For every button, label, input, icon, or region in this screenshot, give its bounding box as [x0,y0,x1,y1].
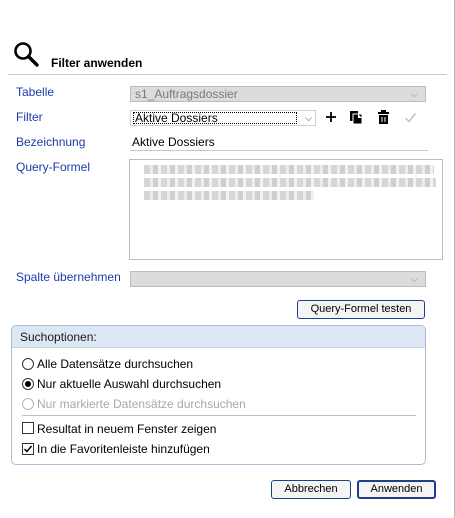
tabelle-select[interactable]: s1_Auftragsdossier ⌵ [130,86,426,102]
tabelle-value: s1_Auftragsdossier [135,87,238,101]
radio-all-records[interactable] [22,358,34,370]
redacted-formula-line [144,165,434,174]
add-icon[interactable] [324,110,338,124]
checkmark-icon [404,111,417,124]
spalte-label: Spalte übernehmen [16,270,121,284]
apply-button[interactable]: Anwenden [357,480,436,499]
checkbox-new-window[interactable] [22,422,34,434]
tabelle-label: Tabelle [16,85,55,99]
redacted-formula-line [144,178,436,187]
redacted-formula-line [144,191,314,200]
chevron-down-icon: ⌵ [411,274,418,284]
checkbox-favorites-label[interactable]: In die Favoritenleiste hinzufügen [37,442,210,456]
radio-all-records-label[interactable]: Alle Datensätze durchsuchen [37,357,193,371]
spalte-select[interactable]: ⌵ [130,271,426,287]
query-textarea[interactable] [129,159,443,260]
radio-current-selection[interactable] [22,378,34,390]
chevron-down-icon: ⌵ [411,89,418,99]
search-icon [12,40,40,68]
filter-select[interactable]: Aktive Dossiers ⌵ [130,110,316,126]
copy-icon[interactable] [349,110,363,125]
suchoptionen-title: Suchoptionen: [20,330,97,344]
radio-selected-dot [25,381,31,387]
radio-marked-records [22,398,34,410]
delete-icon[interactable] [377,110,390,125]
cancel-button[interactable]: Abbrechen [271,480,351,499]
options-divider [22,415,416,416]
dialog-title: Filter anwenden [51,56,143,70]
bezeichnung-input[interactable]: Aktive Dossiers [130,135,428,151]
chevron-down-icon: ⌵ [305,113,312,123]
query-label: Query-Formel [16,160,91,174]
radio-current-selection-label[interactable]: Nur aktuelle Auswahl durchsuchen [37,377,221,391]
header-divider [8,74,447,75]
checkmark-icon [23,445,33,453]
filter-label: Filter [16,110,43,124]
filter-value: Aktive Dossiers [133,112,297,124]
radio-marked-records-label: Nur markierte Datensätze durchsuchen [37,397,246,411]
bezeichnung-label: Bezeichnung [16,135,86,149]
checkbox-favorites[interactable] [22,443,34,455]
checkbox-new-window-label[interactable]: Resultat in neuem Fenster zeigen [37,422,216,436]
query-test-button[interactable]: Query-Formel testen [297,300,425,319]
